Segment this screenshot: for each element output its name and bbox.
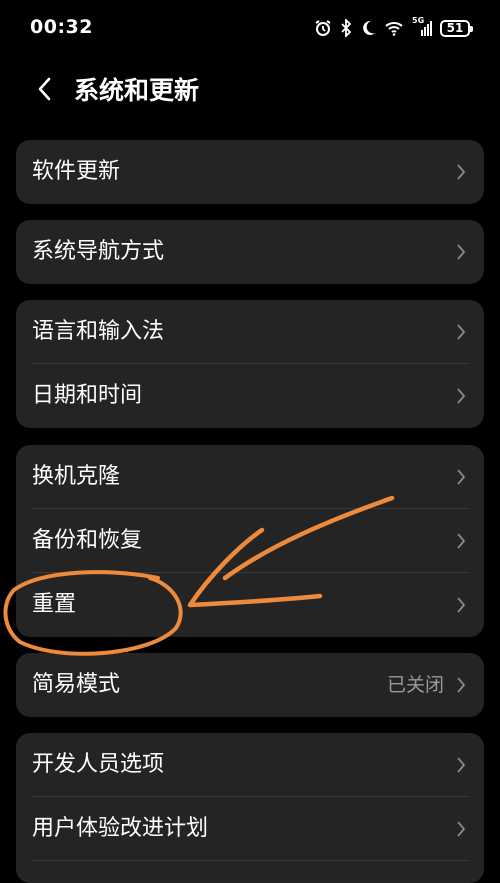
settings-item-user-experience-program[interactable]: 用户体验改进计划 [16, 797, 484, 861]
settings-item-language-input[interactable]: 语言和输入法 [16, 300, 484, 364]
settings-item-label: 开发人员选项 [32, 752, 165, 777]
chevron-left-icon [38, 77, 51, 101]
settings-group-software-update: 软件更新 [16, 140, 484, 204]
settings-item-label: 软件更新 [32, 159, 121, 184]
back-button[interactable] [32, 74, 58, 104]
chevron-right-icon [457, 244, 466, 260]
chevron-right-icon [457, 533, 466, 549]
chevron-right-icon [457, 388, 466, 404]
chevron-right-icon [457, 821, 466, 837]
chevron-right-icon [457, 324, 466, 340]
settings-item-label: 重置 [32, 592, 77, 617]
settings-item-developer-options[interactable]: 开发人员选项 [16, 733, 484, 797]
chevron-right-icon [457, 677, 466, 693]
cellular-signal-icon: 5G [412, 16, 432, 36]
settings-item-label: 日期和时间 [32, 383, 143, 408]
moon-icon [360, 19, 376, 37]
bluetooth-icon [340, 19, 352, 37]
settings-item-label: 系统导航方式 [32, 239, 165, 264]
divider [32, 860, 468, 861]
status-time: 00:32 [30, 16, 93, 38]
settings-item-label: 备份和恢复 [32, 528, 143, 553]
settings-item-label: 简易模式 [32, 672, 121, 697]
network-type: 5G [412, 16, 425, 25]
chevron-right-icon [457, 597, 466, 613]
settings-item-simple-mode[interactable]: 简易模式 已关闭 [16, 653, 484, 717]
settings-item-label: 语言和输入法 [32, 319, 165, 344]
battery-level: 51 [446, 20, 464, 35]
settings-group-simple-mode: 简易模式 已关闭 [16, 653, 484, 717]
chevron-right-icon [457, 469, 466, 485]
settings-item-software-update[interactable]: 软件更新 [16, 140, 484, 204]
settings-item-backup-restore[interactable]: 备份和恢复 [16, 509, 484, 573]
settings-item-phone-clone[interactable]: 换机克隆 [16, 445, 484, 509]
settings-item-label: 用户体验改进计划 [32, 816, 209, 841]
settings-group-navigation: 系统导航方式 [16, 220, 484, 284]
settings-item-date-time[interactable]: 日期和时间 [16, 364, 484, 428]
alarm-icon [314, 19, 332, 37]
battery-icon: 51 [440, 19, 473, 37]
settings-item-navigation[interactable]: 系统导航方式 [16, 220, 484, 284]
status-icons: 5G 51 [314, 16, 473, 39]
settings-item-value: 已关闭 [386, 674, 444, 696]
chevron-right-icon [457, 757, 466, 773]
chevron-right-icon [457, 164, 466, 180]
settings-group-developer: 开发人员选项 用户体验改进计划 [16, 733, 484, 883]
header: 系统和更新 [0, 58, 500, 120]
settings-item-reset[interactable]: 重置 [16, 573, 484, 637]
status-bar: 00:32 5G 51 [0, 0, 500, 56]
settings-item-label: 换机克隆 [32, 464, 121, 489]
page-title: 系统和更新 [74, 76, 200, 105]
wifi-icon [384, 20, 404, 36]
settings-group-clone-backup-reset: 换机克隆 备份和恢复 重置 [16, 445, 484, 637]
settings-group-language-datetime: 语言和输入法 日期和时间 [16, 300, 484, 428]
